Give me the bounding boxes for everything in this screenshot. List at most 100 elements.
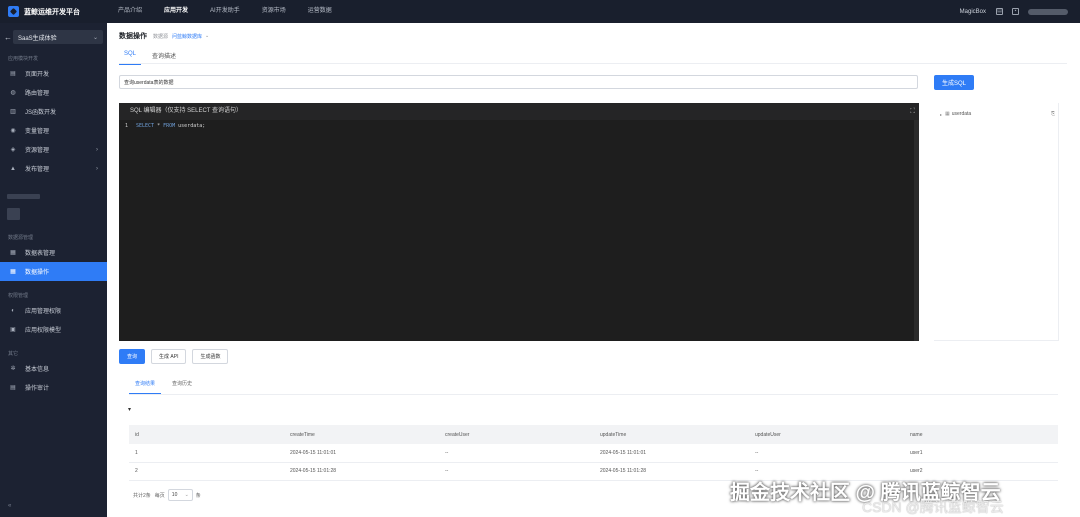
fullscreen-icon[interactable]: ⛶ (910, 103, 915, 120)
chevron-right-icon: › (96, 165, 98, 172)
code-icon: ▥ (10, 108, 16, 115)
page-title: 数据操作 (119, 33, 147, 40)
column-header[interactable]: createTime (284, 425, 439, 444)
table-cell: 2024-05-15 11:01:28 (594, 462, 749, 481)
sidebar-item-variable[interactable]: ◉ 变量管理 (0, 121, 107, 140)
sidebar-item-audit[interactable]: ▤ 操作审计 (0, 378, 107, 397)
generate-sql-button[interactable]: 生成SQL (934, 75, 974, 90)
sidebar-item-label: 操作审计 (25, 386, 50, 392)
nav-item-market[interactable]: 资源市场 (251, 0, 297, 23)
logo[interactable]: 蓝鲸运维开发平台 (0, 6, 107, 17)
sidebar-item-page-dev[interactable]: ▤ 页面开发 (0, 64, 107, 83)
brand-label[interactable]: MagicBox (960, 9, 986, 15)
page-size-value: 10 (171, 492, 178, 498)
variable-icon: ◉ (10, 127, 16, 134)
sql-editor-header: SQL 编辑器（仅支持 SELECT 查询语句） ⛶ (119, 103, 919, 120)
group-title-other: 其它 (8, 351, 19, 357)
sql-keyword-from: FROM (163, 123, 176, 129)
sidebar-item-basic-info[interactable]: ✲ 基本信息 (0, 359, 107, 378)
generate-function-button[interactable]: 生成函数 (192, 349, 229, 364)
table-header-row: id createTime createUser updateTime upda… (129, 425, 1058, 444)
app-select[interactable]: SaaS生成体验 ⌄ (13, 30, 103, 44)
nav-item-ai-assistant[interactable]: AI开发助手 (199, 0, 251, 23)
column-header[interactable]: createUser (439, 425, 594, 444)
nav-item-app-dev[interactable]: 应用开发 (153, 0, 199, 23)
result-tabs: 查询结果 查询历史 (129, 380, 203, 394)
datasource-select[interactable]: 问蓝鲸数据库 (172, 33, 202, 40)
sidebar-item-label: 数据表管理 (25, 251, 56, 257)
sidebar-item-app-permission[interactable]: ◐ 应用管理权限 (0, 301, 107, 320)
app-select-value: SaaS生成体验 (18, 35, 57, 42)
top-bar: 蓝鲸运维开发平台 产品介绍 应用开发 AI开发助手 资源市场 运营数据 Magi… (0, 0, 1080, 23)
sidebar-item-js-func[interactable]: ▥ JS函数开发 (0, 102, 107, 121)
rocket-icon: ▲ (10, 165, 16, 172)
query-button[interactable]: 查询 (119, 349, 146, 364)
table-cell: 2024-05-15 11:01:28 (284, 462, 439, 481)
result-tab-divider (129, 394, 1058, 395)
sql-star: * (154, 123, 164, 129)
tab-divider (119, 63, 1067, 64)
logo-icon (8, 6, 19, 17)
pagination: 共计2条 每页 10 ⌄ 条 (133, 489, 201, 501)
resource-icon: ◈ (10, 146, 16, 153)
sql-editor-title: SQL 编辑器（仅支持 SELECT 查询语句） (130, 108, 243, 114)
logo-text: 蓝鲸运维开发平台 (24, 8, 80, 16)
group-title-datasource: 数据源管理 (8, 235, 34, 241)
result-table: id createTime createUser updateTime upda… (129, 425, 1058, 481)
blurred-text (7, 194, 40, 199)
code-line[interactable]: 1 SELECT * FROM userdata; (119, 121, 919, 131)
doc-icon[interactable]: ▤ (996, 8, 1003, 15)
sql-editor[interactable]: SQL 编辑器（仅支持 SELECT 查询语句） ⛶ 1 SELECT * FR… (119, 103, 919, 341)
schema-panel: ▸ ▦ userdata ⎘ (934, 103, 1059, 341)
column-header[interactable]: updateUser (749, 425, 904, 444)
sidebar-item-permission-model[interactable]: ▣ 应用权限模型 (0, 320, 107, 339)
chevron-right-icon: › (96, 146, 98, 153)
caret-right-icon[interactable]: ▸ (940, 112, 942, 117)
group-title-module: 应用模块开发 (8, 56, 39, 62)
caret-down-icon[interactable]: ▾ (128, 406, 131, 413)
schema-table-name: userdata (951, 111, 972, 117)
sql-keyword-select: SELECT (136, 123, 155, 129)
editor-scrollbar[interactable] (914, 120, 919, 341)
group-title-permission: 权限管理 (8, 293, 29, 299)
chevron-down-icon: ⌄ (184, 492, 189, 498)
column-header[interactable]: updateTime (594, 425, 749, 444)
shield-icon: ◐ (11, 307, 15, 314)
blurred-text (7, 208, 20, 220)
sidebar-item-data-operation[interactable]: ▦ 数据操作 (0, 262, 107, 281)
sidebar-item-label: 应用管理权限 (25, 309, 62, 315)
sidebar: ← SaaS生成体验 ⌄ 应用模块开发 ▤ 页面开发 ◍ 路由管理 ▥ JS函数… (0, 23, 107, 517)
message-icon[interactable]: ▪ (1012, 8, 1019, 15)
sidebar-item-label: 基本信息 (25, 367, 50, 373)
column-header[interactable]: id (129, 425, 284, 444)
table-cell: -- (749, 444, 904, 463)
per-page-unit: 条 (195, 492, 201, 499)
top-right: MagicBox ▤ ▪ (960, 8, 1080, 15)
gear-icon: ✲ (10, 365, 16, 372)
generate-api-button[interactable]: 生成 API (151, 349, 187, 364)
collapse-sidebar-icon[interactable]: « (8, 503, 11, 509)
page-size-select[interactable]: 10 ⌄ (167, 489, 193, 501)
nav-item-product[interactable]: 产品介绍 (107, 0, 153, 23)
sidebar-item-route[interactable]: ◍ 路由管理 (0, 83, 107, 102)
sidebar-item-table-manage[interactable]: ▦ 数据表管理 (0, 243, 107, 262)
natural-language-query-input[interactable] (119, 75, 918, 89)
table-cell: 2024-05-15 11:01:01 (284, 444, 439, 463)
user-avatar[interactable] (1028, 8, 1068, 15)
model-icon: ▣ (10, 326, 16, 333)
back-arrow-icon[interactable]: ← (4, 33, 13, 42)
tab-query-history[interactable]: 查询历史 (166, 380, 198, 394)
tab-query-result[interactable]: 查询结果 (129, 380, 162, 394)
sidebar-item-resource[interactable]: ◈ 资源管理 › (0, 140, 107, 159)
column-header[interactable]: name (904, 425, 1058, 444)
nav-item-ops-data[interactable]: 运营数据 (297, 0, 343, 23)
chevron-down-icon[interactable]: ⌄ (205, 33, 209, 39)
insert-icon[interactable]: ⎘ (1051, 111, 1055, 117)
sidebar-item-release[interactable]: ▲ 发布管理 › (0, 159, 107, 178)
table-cell: -- (439, 444, 594, 463)
table-cell: 2 (129, 462, 284, 481)
schema-table-item[interactable]: ▸ ▦ userdata ⎘ (940, 111, 1055, 117)
line-number: 1 (124, 123, 128, 129)
total-count: 共计2条 (133, 492, 151, 499)
table-row[interactable]: 1 2024-05-15 11:01:01 -- 2024-05-15 11:0… (129, 444, 1058, 463)
